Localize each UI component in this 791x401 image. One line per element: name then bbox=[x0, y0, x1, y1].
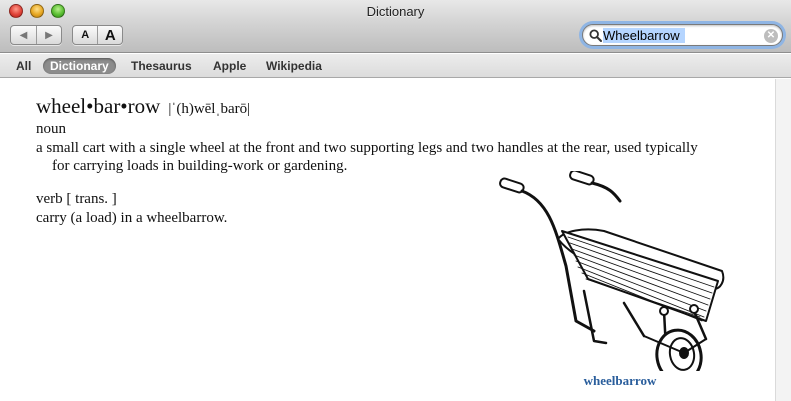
scope-all[interactable]: All bbox=[9, 58, 38, 74]
scrollbar-track[interactable] bbox=[775, 79, 791, 401]
forward-arrow-icon: ▶ bbox=[45, 29, 53, 41]
window-title: Dictionary bbox=[366, 4, 425, 19]
dictionary-entry: wheel•bar•row |ˈ(h)wēlˌbarō| noun a smal… bbox=[0, 79, 775, 401]
part-of-speech-verb: verb [ trans. ] bbox=[36, 191, 117, 207]
back-button[interactable]: ◀ bbox=[11, 26, 36, 44]
scope-dictionary[interactable]: Dictionary bbox=[43, 58, 116, 74]
back-arrow-icon: ◀ bbox=[19, 29, 28, 41]
pronunciation: |ˈ(h)wēlˌbarō| bbox=[168, 101, 251, 117]
illustration-caption: wheelbarrow bbox=[583, 373, 657, 388]
navigation-segmented-control: ◀ ▶ bbox=[10, 25, 62, 45]
larger-font-button[interactable]: A bbox=[97, 26, 122, 44]
scope-thesaurus[interactable]: Thesaurus bbox=[124, 58, 199, 74]
window-toolbar: Dictionary ◀ ▶ A A ✕ bbox=[0, 0, 791, 53]
search-input[interactable] bbox=[603, 27, 763, 44]
forward-button[interactable]: ▶ bbox=[36, 26, 61, 44]
scope-apple[interactable]: Apple bbox=[206, 58, 253, 74]
scope-wikipedia[interactable]: Wikipedia bbox=[259, 58, 329, 74]
font-size-segmented-control: A A bbox=[72, 25, 123, 45]
headword-line: wheel•bar•row |ˈ(h)wēlˌbarō| bbox=[36, 94, 250, 119]
part-of-speech-noun: noun bbox=[36, 121, 66, 137]
search-field[interactable]: ✕ bbox=[582, 24, 783, 46]
source-scope-bar: All Dictionary Thesaurus Apple Wikipedia bbox=[0, 54, 791, 78]
search-icon bbox=[589, 29, 602, 42]
clear-icon[interactable]: ✕ bbox=[764, 29, 778, 43]
smaller-font-button[interactable]: A bbox=[73, 26, 97, 44]
headword: wheel•bar•row bbox=[36, 94, 161, 118]
definition-noun: a small cart with a single wheel at the … bbox=[36, 140, 698, 174]
wheelbarrow-illustration bbox=[499, 171, 725, 371]
